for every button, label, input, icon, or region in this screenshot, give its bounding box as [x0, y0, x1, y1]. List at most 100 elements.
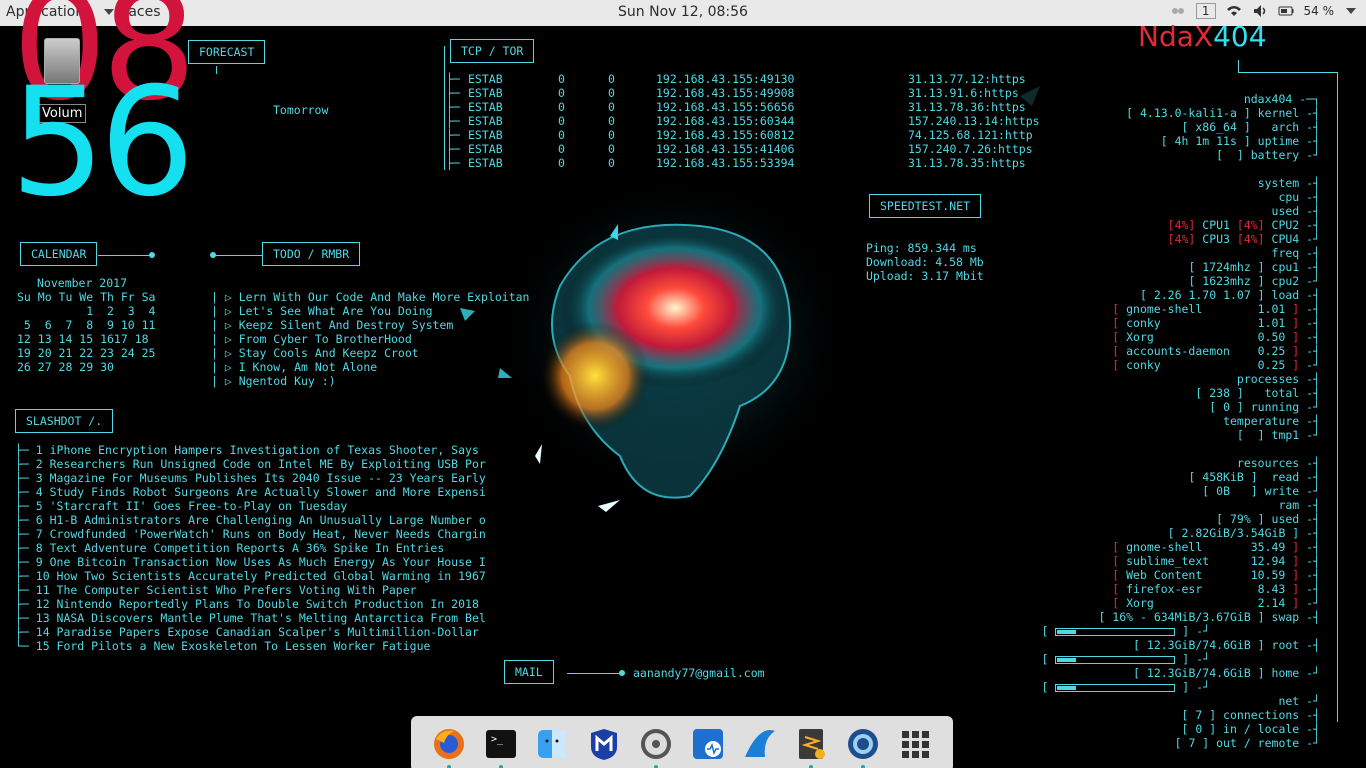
todo-connector [213, 255, 263, 256]
system-row: [ conky 0.25 ] -┘ [1112, 358, 1320, 372]
system-row: [ 12.3GiB/74.6GiB ] root -┤ [1133, 638, 1320, 652]
tcp-cell: 0 [558, 128, 565, 142]
system-row: [ Xorg 2.14 ] -┘ [1112, 596, 1320, 610]
system-row: resources -┤ [1237, 456, 1320, 470]
slashdot-item[interactable]: ├─ 5 'Starcraft II' Goes Free-to-Play on… [15, 499, 486, 513]
tcp-cell: 192.168.43.155:60344 [656, 114, 795, 128]
slashdot-item[interactable]: ├─ 2 Researchers Run Unsigned Code on In… [15, 457, 486, 471]
todo-item: | ▷ Ngentod Kuy :) [211, 374, 336, 388]
tcp-row: ├─ ESTAB 0 0 192.168.43.155:41406 157.240.7.… [446, 142, 1048, 156]
slashdot-item[interactable]: ├─ 4 Study Finds Robot Surgeons Are Actu… [15, 485, 486, 499]
system-row-text: [ 7 ] out / remote -┘ [1174, 736, 1320, 750]
tcp-cell: ESTAB [468, 156, 503, 170]
forecast-connector [216, 66, 217, 74]
calendar-line: 5 6 7 8 9 10 11 [17, 318, 156, 332]
app-grid-icon[interactable] [898, 727, 932, 761]
slashdot-item[interactable]: ├─ 8 Text Adventure Competition Reports … [15, 541, 486, 555]
tree-branch: ├─ [446, 114, 467, 128]
volume-icon[interactable] [1252, 3, 1268, 19]
todo-item: | ▷ Stay Cools And Keepz Croot [211, 346, 419, 360]
system-row: [ 1724mhz ] cpu1 -┤ [1188, 260, 1320, 274]
tcp-cell: 0 [558, 100, 565, 114]
logo-part-b: 404 [1213, 20, 1267, 53]
tcp-cell: 192.168.43.155:56656 [656, 100, 795, 114]
finder-icon[interactable] [535, 727, 569, 761]
wifi-icon[interactable] [1226, 3, 1242, 19]
panel-clock[interactable]: Sun Nov 12, 08:56 [0, 4, 1366, 20]
system-row: [ 458KiB ] read -┤ [1188, 470, 1320, 484]
slashdot-list: ├─ 1 iPhone Encryption Hampers Investiga… [15, 443, 486, 653]
system-row: [ ] -┘ [1041, 680, 1210, 694]
system-row-text: [ firefox-esr 8.43 ] -┤ [1112, 582, 1320, 596]
accessibility-icon[interactable] [1170, 3, 1186, 19]
firefox-icon[interactable] [432, 727, 466, 768]
battery-icon[interactable] [1278, 3, 1294, 19]
system-row: processes -┤ [1237, 372, 1320, 386]
metasploit-icon[interactable] [587, 727, 621, 761]
system-row: temperature -┤ [1223, 414, 1320, 428]
forecast-tomorrow: Tomorrow [273, 103, 329, 117]
system-row-text: [ 2.82GiB/3.54GiB ] -┤ [1167, 526, 1320, 540]
wireshark-icon[interactable] [743, 727, 777, 761]
system-row-text: [ accounts-daemon 0.25 ] -┤ [1112, 344, 1320, 358]
system-row: [ 238 ] total -┤ [1195, 386, 1320, 400]
system-row-text: [ ] battery -┘ [1216, 148, 1320, 162]
ndax-logo: NdaX404 [1138, 20, 1267, 53]
calendar-connector-dot [149, 252, 155, 258]
quicktime-icon[interactable] [846, 727, 880, 768]
system-row-text: [ 4.13.0-kali1-a ] kernel -┤ [1126, 106, 1320, 120]
tcp-cell: 0 [558, 72, 565, 86]
tcp-cell: 0 [558, 142, 565, 156]
slashdot-item[interactable]: ├─ 10 How Two Scientists Accurately Pred… [15, 569, 486, 583]
tcp-cell: ESTAB [468, 86, 503, 100]
todo-list: | ▷ Lern With Our Code And Make More Exp… [211, 290, 530, 388]
speedtest-title: SPEEDTEST.NET [869, 194, 982, 218]
slashdot-item[interactable]: ├─ 7 Crowdfunded 'PowerWatch' Runs on Bo… [15, 527, 486, 541]
slashdot-item[interactable]: ├─ 12 Nintendo Reportedly Plans To Doubl… [15, 597, 486, 611]
usage-bar [1055, 683, 1176, 692]
power-menu-chevron-icon[interactable] [1346, 8, 1356, 14]
calendar-connector [98, 255, 153, 256]
slashdot-item[interactable]: ├─ 3 Magazine For Museums Publishes Its … [15, 471, 486, 485]
system-tray[interactable]: 1 54 % [1170, 3, 1356, 19]
system-trunk [1337, 72, 1338, 722]
system-row: [ 2.26 1.70 1.07 ] load -┤ [1140, 288, 1320, 302]
slashdot-item[interactable]: ├─ 9 One Bitcoin Transaction Now Uses As… [15, 555, 486, 569]
system-row-text: [ 458KiB ] read -┤ [1188, 470, 1320, 484]
system-row-text: [ 1623mhz ] cpu2 -┘ [1188, 274, 1320, 288]
workspace-indicator[interactable]: 1 [1195, 3, 1216, 19]
system-row-text: [ 0 ] running -┘ [1209, 400, 1320, 414]
settings-icon[interactable] [639, 727, 673, 768]
sublime-text-icon[interactable] [794, 727, 828, 768]
system-row-text: [ Xorg 0.50 ] -┤ [1112, 330, 1320, 344]
system-row-text: temperature -┤ [1223, 414, 1320, 428]
slashdot-title: SLASHDOT /. [15, 409, 114, 433]
system-row: [ 0 ] running -┘ [1209, 400, 1320, 414]
system-row: net -┘ [1278, 694, 1320, 708]
system-row: [ 0 ] in / locale -┤ [1182, 722, 1320, 736]
todo-title: TODO / RMBR [262, 242, 361, 266]
tcp-cell: 192.168.43.155:53394 [656, 156, 795, 170]
system-row-text: [ 4h 1m 11s ] uptime -┤ [1160, 134, 1320, 148]
system-row: [ gnome-shell 1.01 ] -┤ [1112, 302, 1320, 316]
app-store-icon[interactable] [691, 727, 725, 761]
slashdot-item[interactable]: └─ 15 Ford Pilots a New Exoskeleton To L… [15, 639, 486, 653]
slashdot-item[interactable]: ├─ 14 Paradise Papers Expose Canadian Sc… [15, 625, 486, 639]
tcp-cell: 0 [608, 114, 615, 128]
system-row-text: [ x86_64 ] arch -┤ [1181, 120, 1320, 134]
system-row: [ 1623mhz ] cpu2 -┘ [1188, 274, 1320, 288]
tcp-cell: 192.168.43.155:60812 [656, 128, 795, 142]
system-row: system -┤ [1258, 176, 1320, 190]
logo-connector [1238, 60, 1239, 72]
calendar-line: 12 13 14 15 1617 18 [17, 332, 149, 346]
slashdot-item[interactable]: ├─ 6 H1-B Administrators Are Challenging… [15, 513, 486, 527]
system-row-text: [ conky 0.25 ] -┘ [1112, 358, 1320, 372]
slashdot-item[interactable]: ├─ 11 The Computer Scientist Who Prefers… [15, 583, 486, 597]
slashdot-item[interactable]: ├─ 1 iPhone Encryption Hampers Investiga… [15, 443, 486, 457]
system-row: [ gnome-shell 35.49 ] -┤ [1112, 540, 1320, 554]
mail-connector-dot [619, 670, 625, 676]
terminal-icon[interactable]: >_ [484, 727, 518, 768]
tcp-cell: 0 [608, 72, 615, 86]
usage-bar [1055, 655, 1176, 664]
slashdot-item[interactable]: ├─ 13 NASA Discovers Mantle Plume That's… [15, 611, 486, 625]
